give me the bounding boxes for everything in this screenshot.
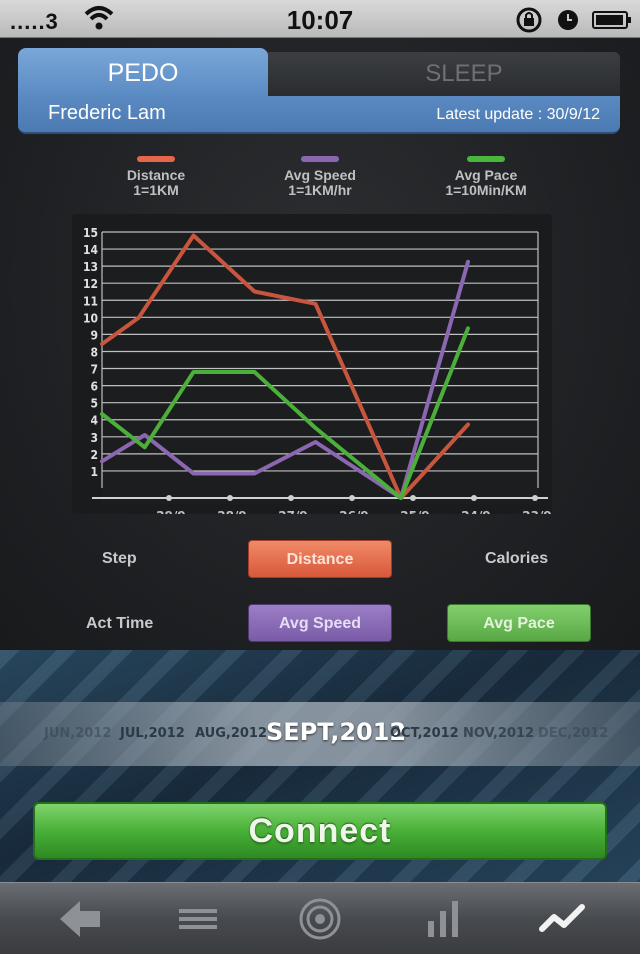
connect-button[interactable]: Connect [33,802,607,860]
tab-bar-top: SLEEP PEDO [18,48,620,96]
line-chart-area: 12345678910111213141529/928/927/926/925/… [72,214,552,514]
month-item[interactable]: OCT,2012 [390,726,459,741]
y-tick-label: 10 [83,311,98,325]
battery-icon [592,11,631,29]
y-tick-label: 8 [90,345,98,359]
legend-unit: 1=1KM/hr [288,182,352,198]
y-tick-label: 9 [90,328,98,342]
x-tick-label: 23/9 [522,509,551,514]
x-tick-label: 28/9 [217,509,246,514]
line-chart: 12345678910111213141529/928/927/926/925/… [83,226,552,514]
avg-pace-button[interactable]: Avg Pace [447,604,591,642]
legend-label: Distance [126,167,186,183]
latest-update: Latest update : 30/9/12 [436,106,600,123]
tab-pedo[interactable]: PEDO [18,48,268,96]
x-tick-dot [227,495,233,501]
avg-speed-button[interactable]: Avg Speed [248,604,392,642]
month-item[interactable]: JUN,2012 [44,726,111,741]
x-tick-label: 25/9 [400,509,429,514]
month-item-selected[interactable]: SEPT,2012 [266,718,406,746]
main-panel: SLEEP PEDO Frederic Lam Latest update : … [0,38,640,650]
legend-item-avg-pace: Avg Pace 1=10Min/KM [430,156,542,198]
month-item[interactable]: JUL,2012 [120,726,185,741]
x-tick-label: 24/9 [461,509,490,514]
menu-lines-icon[interactable] [173,897,223,941]
legend-unit: 1=1KM [133,182,179,198]
month-item[interactable]: DEC,2012 [538,726,608,741]
chart-legend: Distance 1=1KM Avg Speed 1=1KM/hr Avg Pa… [0,156,640,206]
x-tick-dot [288,495,294,501]
user-info-bar: Frederic Lam Latest update : 30/9/12 [18,96,620,134]
legend-swatch [467,156,505,162]
y-tick-label: 15 [83,226,98,240]
y-tick-label: 5 [90,397,98,411]
x-tick-dot [532,495,538,501]
x-tick-dot [349,495,355,501]
y-tick-label: 6 [90,380,98,394]
user-name: Frederic Lam [48,102,166,124]
x-tick-label: 26/9 [339,509,368,514]
legend-unit: 1=10Min/KM [445,182,527,198]
month-item[interactable]: AUG,2012 [195,726,267,741]
tab-sleep[interactable]: SLEEP [228,52,620,96]
rotation-lock-icon [516,7,542,33]
y-tick-label: 14 [83,243,99,257]
y-tick-label: 4 [90,414,98,428]
y-tick-label: 2 [90,448,98,462]
target-icon[interactable] [295,897,345,941]
legend-item-distance: Distance 1=1KM [108,156,204,198]
calories-label[interactable]: Calories [485,550,548,568]
line-chart-icon[interactable] [538,897,588,941]
x-tick-label: 27/9 [278,509,307,514]
y-tick-label: 12 [83,277,98,291]
legend-item-avg-speed: Avg Speed 1=1KM/hr [268,156,372,198]
y-tick-label: 1 [90,465,98,479]
legend-label: Avg Speed [284,167,356,183]
bottom-tab-bar [0,882,640,954]
y-tick-label: 3 [90,431,98,445]
month-selector[interactable]: JUN,2012 JUL,2012 AUG,2012 SEPT,2012 OCT… [0,702,640,766]
legend-swatch [301,156,339,162]
status-bar: .....3 10:07 [0,0,640,38]
back-arrow-icon[interactable] [56,897,106,941]
act-time-label[interactable]: Act Time [86,615,153,633]
x-tick-dot [166,495,172,501]
y-tick-label: 7 [90,363,98,377]
y-tick-label: 11 [83,294,98,308]
legend-swatch [137,156,175,162]
legend-label: Avg Pace [454,167,518,183]
lower-panel: JUN,2012 JUL,2012 AUG,2012 SEPT,2012 OCT… [0,650,640,882]
bar-chart-icon[interactable] [420,897,470,941]
step-label[interactable]: Step [102,550,137,568]
y-tick-label: 13 [83,260,98,274]
x-tick-dot [471,495,477,501]
alarm-icon [558,10,578,30]
x-tick-label: 29/9 [156,509,185,514]
month-item[interactable]: NOV,2012 [463,726,534,741]
x-tick-dot [410,495,416,501]
distance-button[interactable]: Distance [248,540,392,578]
